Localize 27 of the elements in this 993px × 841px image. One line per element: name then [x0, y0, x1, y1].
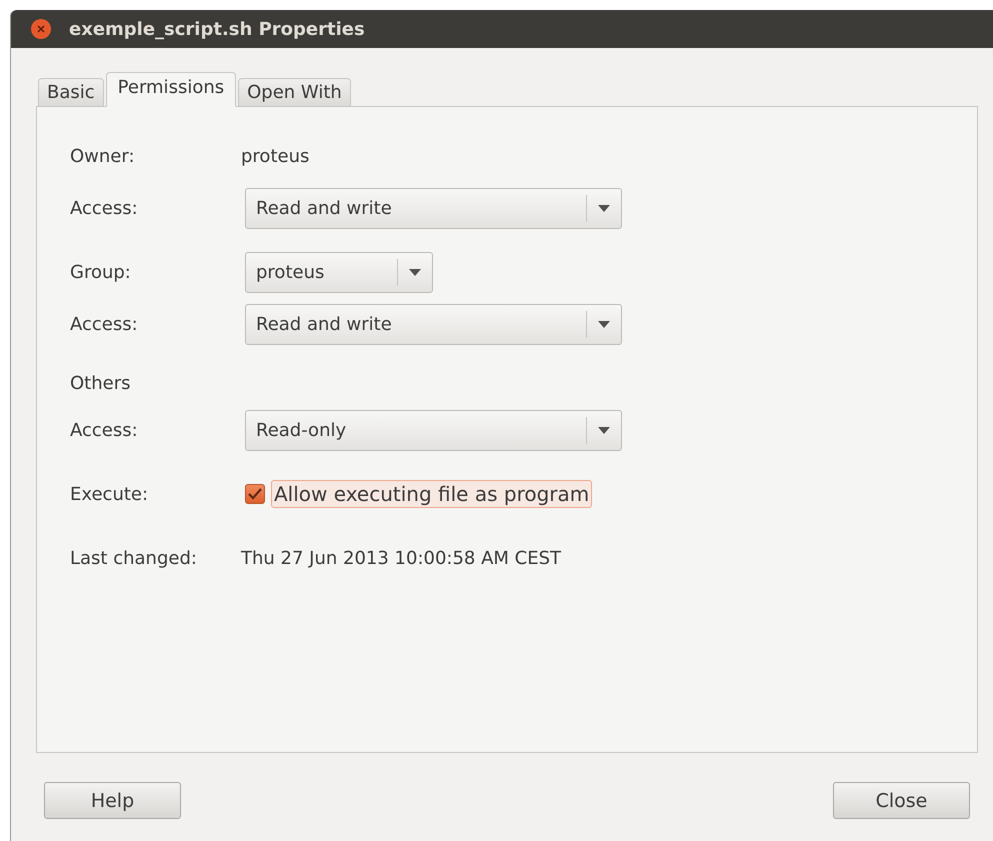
dropdown-arrow-icon	[598, 204, 610, 212]
window-title: exemple_script.sh Properties	[69, 18, 365, 40]
field-label: Access:	[70, 198, 139, 218]
dropdown[interactable]: Read and write	[245, 188, 622, 228]
checkbox-label[interactable]: Allow executing file as program	[271, 480, 592, 508]
dropdown-arrow-icon	[409, 268, 421, 276]
dropdown-arrow-icon	[598, 426, 610, 434]
dropdown-arrow-icon	[598, 320, 610, 328]
tab[interactable]: Open With	[238, 78, 351, 107]
field-label: Access:	[70, 314, 139, 334]
dialog-button[interactable]: Close	[833, 782, 970, 819]
field-value: Thu 27 Jun 2013 10:00:58 AM CEST	[241, 548, 562, 568]
section-heading: Others	[70, 372, 130, 394]
dialog-button[interactable]: Help	[44, 782, 181, 819]
field-label: Owner:	[70, 146, 136, 166]
tab[interactable]: Basic	[38, 78, 104, 107]
checkbox[interactable]	[245, 484, 265, 504]
field-label: Access:	[70, 420, 139, 440]
dropdown[interactable]: Read-only	[245, 410, 622, 450]
field-value: proteus	[241, 146, 310, 166]
close-icon[interactable]	[31, 19, 51, 39]
field-label: Last changed:	[70, 548, 198, 568]
tab[interactable]: Permissions	[106, 72, 236, 107]
field-label: Execute:	[70, 484, 150, 504]
dropdown[interactable]: proteus	[245, 252, 433, 292]
dropdown[interactable]: Read and write	[245, 304, 622, 344]
field-label: Group:	[70, 262, 132, 282]
